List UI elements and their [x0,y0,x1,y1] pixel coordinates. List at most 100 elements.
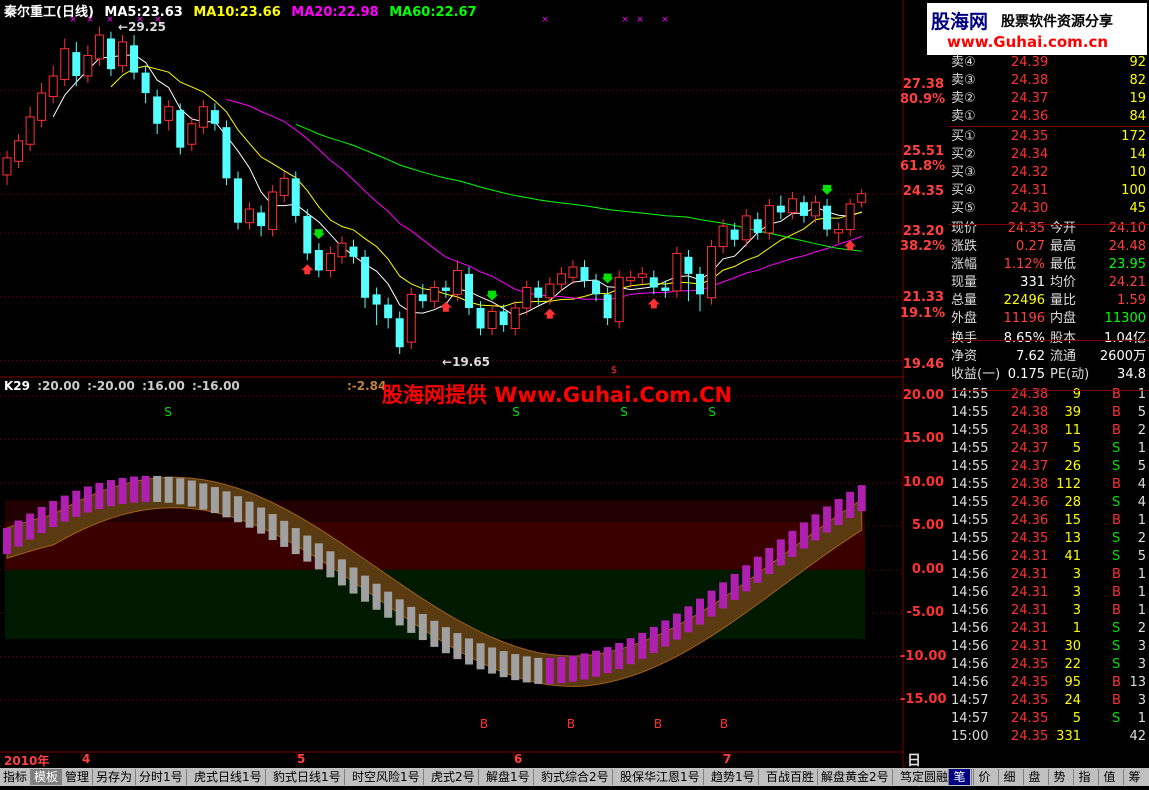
bottom-tab-bar: 指标 模板 管理 另存为 分时1号 虎式日线1号 豹式日线1号 时空风险1号 虎式2号 解盘1号豹… [0,768,1149,786]
quote-label: 量比 [1050,293,1077,308]
tick-volume: 13 [1064,531,1081,546]
side-tab-6[interactable]: 值 [1098,769,1120,785]
osc-bar-11 [130,476,139,503]
tick-side: S [1112,639,1121,654]
tick-time: 14:56 [951,621,989,636]
tab-4[interactable]: 分时1号 [136,769,187,785]
tab-6[interactable]: 豹式日线1号 [270,769,345,785]
low-annotation: ←19.65 [442,355,491,369]
osc-bar-40 [465,638,473,665]
osc-bar-21 [245,501,254,528]
tab-5[interactable]: 虎式日线1号 [191,769,266,785]
ask-row: 卖④ 24.39 92 [948,54,1149,72]
osc-bar-34 [395,599,404,626]
tick-row: 14:56 24.35 22 S 3 [948,656,1149,674]
side-tab-1[interactable]: 价 [973,769,995,785]
tick-time: 14:55 [951,531,989,546]
bid-label: 买② [951,147,976,162]
tab-0[interactable]: 指标 [0,769,32,785]
osc-bar-65 [753,556,762,583]
tick-price: 24.31 [1011,603,1049,618]
osc-bar-20 [234,496,242,523]
candle-body-68 [787,198,797,213]
candle-body-27 [314,250,323,271]
quote-label: 涨幅 [951,257,978,272]
tab-11[interactable]: 股保华江恩1号 [617,769,704,785]
candle-body-48 [556,273,566,285]
candle-body-28 [325,252,335,271]
candle-body-31 [361,256,370,298]
tick-price: 24.36 [1011,495,1049,510]
tick-volume: 3 [1072,585,1081,600]
tab-7[interactable]: 时空风险1号 [349,769,424,785]
tab-12[interactable]: 趋势1号 [708,769,759,785]
ma60-label: MA60:22.67 [389,5,477,20]
osc-bar-5 [60,495,69,522]
osc-bar-17 [199,483,208,510]
osc-bar-4 [49,501,58,528]
tab-9[interactable]: 解盘1号 [483,769,534,785]
side-tab-7[interactable]: 筹 [1123,769,1145,785]
tick-count: 1 [1137,567,1146,582]
top-mark-8: × [661,15,669,25]
bid-label: 买① [951,129,976,144]
tick-volume: 112 [1056,477,1081,492]
tick-volume: 22 [1064,657,1081,672]
bid-row: 买① 24.35 172 [948,128,1149,146]
tab-1[interactable]: 模板 [31,769,63,785]
tick-price: 24.38 [1011,477,1049,492]
tick-time: 15:00 [951,729,989,744]
candle-body-71 [823,205,832,230]
tick-row: 14:55 24.35 13 S 2 [948,530,1149,548]
tick-volume: 26 [1064,459,1081,474]
candle-body-51 [592,280,601,295]
tab-3[interactable]: 另存为 [93,769,137,785]
tick-side: B [1112,675,1121,690]
osc-bar-39 [453,633,462,660]
tick-count: 2 [1137,621,1146,636]
side-tab-0[interactable]: 笔 [948,769,970,785]
tab-14[interactable]: 解盘黄金2号 [818,769,893,785]
price-axis-label: 24.35 [902,184,944,199]
side-tab-4[interactable]: 势 [1048,769,1070,785]
tick-row: 14:55 24.37 26 S 5 [948,458,1149,476]
side-tab-5[interactable]: 指 [1073,769,1095,785]
side-tab-3[interactable]: 盘 [1023,769,1045,785]
tick-count: 42 [1129,729,1146,744]
tab-2[interactable]: 管理 [62,769,94,785]
tab-10[interactable]: 豹式综合2号 [538,769,613,785]
candle-body-0 [2,157,12,176]
osc-bar-19 [222,491,231,518]
osc-bar-14 [164,476,173,503]
tab-8[interactable]: 虎式2号 [428,769,479,785]
tick-time: 14:56 [951,585,989,600]
fundamental-row: 换手 8.65% 股本 1.04亿 [948,330,1149,348]
tick-count: 1 [1137,585,1146,600]
tick-side: S [1112,621,1121,636]
tick-side: S [1112,441,1121,456]
bid-label: 买⑤ [951,201,976,216]
osc-bar-43 [499,651,508,678]
indicator-axis-label: 20.00 [902,388,944,403]
indicator-info-bar: K29 :20.00 :-20.00 :16.00 :-16.00 :-2.84 [4,379,389,393]
quote-row: 现价 24.35 今开 24.10 [948,220,1149,238]
price-axis-label: 61.8% [900,159,946,174]
fund-value: 34.8 [1117,367,1146,382]
side-tab-2[interactable]: 细 [998,769,1020,785]
osc-bar-16 [187,480,196,507]
tick-row: 14:55 24.37 5 S 1 [948,440,1149,458]
stock-title: 秦尔重工(日线) [4,5,94,20]
quote-label: 内盘 [1050,311,1077,326]
tick-volume: 1 [1072,621,1081,636]
candle-body-21 [245,208,255,224]
tick-volume: 95 [1064,675,1081,690]
panel-separator [948,224,1149,225]
tick-volume: 15 [1064,513,1081,528]
candle-body-60 [696,273,704,295]
fund-label: 股本 [1050,331,1077,346]
tab-13[interactable]: 百战百胜 [763,769,819,785]
osc-bar-27 [314,543,323,570]
osc-bar-52 [603,647,612,674]
tick-time: 14:57 [951,693,989,708]
indicator-axis-label: -15.00 [900,692,947,707]
